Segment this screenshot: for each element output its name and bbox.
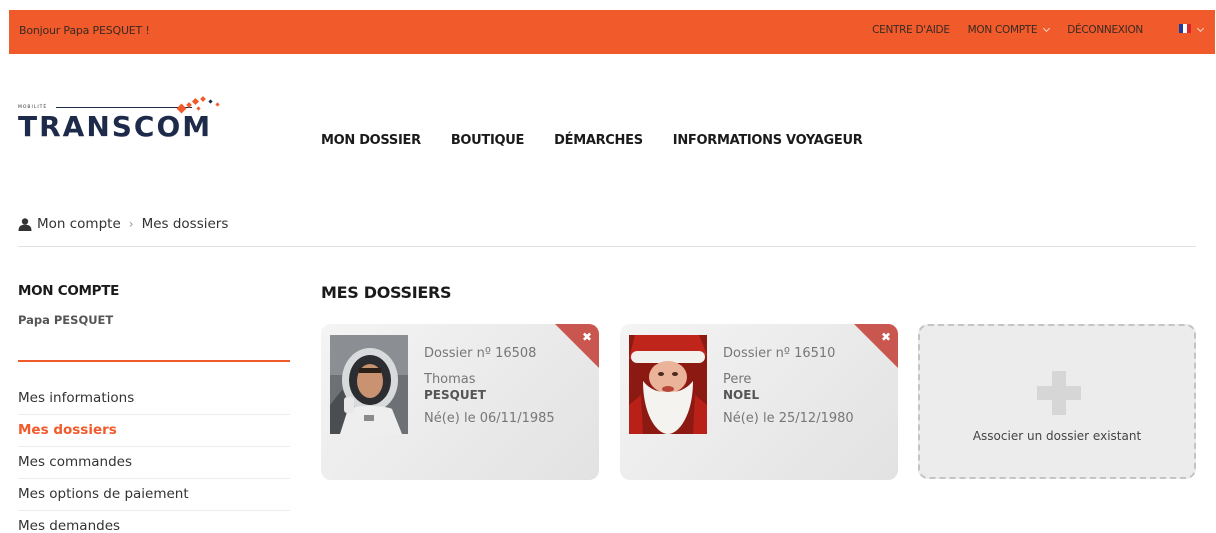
breadcrumb-separator-icon: › — [128, 217, 134, 231]
plus-icon — [1037, 371, 1081, 415]
sidebar-item-mes-dossiers[interactable]: Mes dossiers — [18, 415, 290, 447]
help-center-link[interactable]: CENTRE D'AIDE — [872, 24, 950, 36]
associate-dossier-label: Associer un dossier existant — [972, 429, 1142, 443]
dossier-info: Dossier nº 16508 Thomas PESQUET Né(e) le… — [424, 346, 555, 426]
top-bar: Bonjour Papa PESQUET ! CENTRE D'AIDE MON… — [9, 10, 1215, 54]
sidebar-accent-rule — [18, 360, 290, 362]
main-navigation: MON DOSSIER BOUTIQUE DÉMARCHES INFORMATI… — [321, 133, 892, 148]
page-title: MES DOSSIERS — [321, 283, 452, 302]
breadcrumb-root[interactable]: Mon compte — [37, 216, 121, 232]
sidebar-item-mes-commandes[interactable]: Mes commandes — [18, 447, 290, 479]
top-links: CENTRE D'AIDE MON COMPTE DÉCONNEXION — [854, 24, 1205, 36]
breadcrumb-current: Mes dossiers — [141, 216, 229, 232]
dossier-first-name: Thomas — [424, 372, 476, 387]
chevron-down-icon — [1043, 24, 1051, 33]
dossier-last-name: NOEL — [723, 388, 760, 402]
nav-demarches[interactable]: DÉMARCHES — [554, 133, 643, 148]
dossier-birth-date: Né(e) le 06/11/1985 — [424, 411, 555, 426]
chevron-down-icon — [1196, 24, 1205, 33]
dossier-number: Dossier nº 16510 — [723, 346, 836, 361]
sidebar-title: MON COMPTE — [18, 283, 120, 299]
my-account-menu[interactable]: MON COMPTE — [967, 24, 1051, 36]
close-icon[interactable]: ✖ — [881, 330, 891, 344]
remove-corner — [854, 324, 898, 368]
dossier-first-name: Pere — [723, 372, 752, 387]
dossier-card[interactable]: ✖ Dossier nº 16510 Pere NOEL Né(e) le 25… — [620, 324, 898, 480]
nav-mon-dossier[interactable]: MON DOSSIER — [321, 133, 421, 148]
logo-wordmark: TRANSCOM — [18, 110, 213, 143]
dossier-info: Dossier nº 16510 Pere NOEL Né(e) le 25/1… — [723, 346, 854, 426]
sidebar-item-mes-informations[interactable]: Mes informations — [18, 383, 290, 415]
remove-corner — [555, 324, 599, 368]
sidebar-item-mes-options-de-paiement[interactable]: Mes options de paiement — [18, 479, 290, 511]
breadcrumb: Mon compte › Mes dossiers — [18, 216, 228, 232]
user-icon — [18, 217, 32, 231]
dossier-number: Dossier nº 16508 — [424, 346, 537, 361]
sidebar-item-mes-demandes[interactable]: Mes demandes — [18, 511, 290, 533]
dossier-birth-date: Né(e) le 25/12/1980 — [723, 411, 854, 426]
dossier-photo-santa — [629, 335, 707, 434]
dossier-photo-astronaut — [330, 335, 408, 434]
sidebar-menu: Mes informations Mes dossiers Mes comman… — [18, 383, 290, 533]
nav-boutique[interactable]: BOUTIQUE — [451, 133, 525, 148]
associate-dossier-button[interactable]: Associer un dossier existant — [918, 324, 1196, 479]
greeting-text: Bonjour Papa PESQUET ! — [19, 24, 150, 37]
language-selector[interactable] — [1161, 24, 1205, 36]
dossier-card[interactable]: ✖ Dossier nº 16508 Thomas PESQUET Né(e) … — [321, 324, 599, 480]
transcom-logo[interactable]: MOBILITÉ TRANSCOM — [18, 96, 228, 156]
divider — [18, 246, 1196, 247]
nav-informations-voyageur[interactable]: INFORMATIONS VOYAGEUR — [673, 133, 863, 148]
dossier-last-name: PESQUET — [424, 388, 486, 402]
sidebar-user-name: Papa PESQUET — [18, 313, 114, 327]
close-icon[interactable]: ✖ — [582, 330, 592, 344]
logout-link[interactable]: DÉCONNEXION — [1067, 24, 1143, 36]
flag-fr-icon — [1179, 24, 1191, 33]
my-account-label: MON COMPTE — [967, 24, 1038, 36]
